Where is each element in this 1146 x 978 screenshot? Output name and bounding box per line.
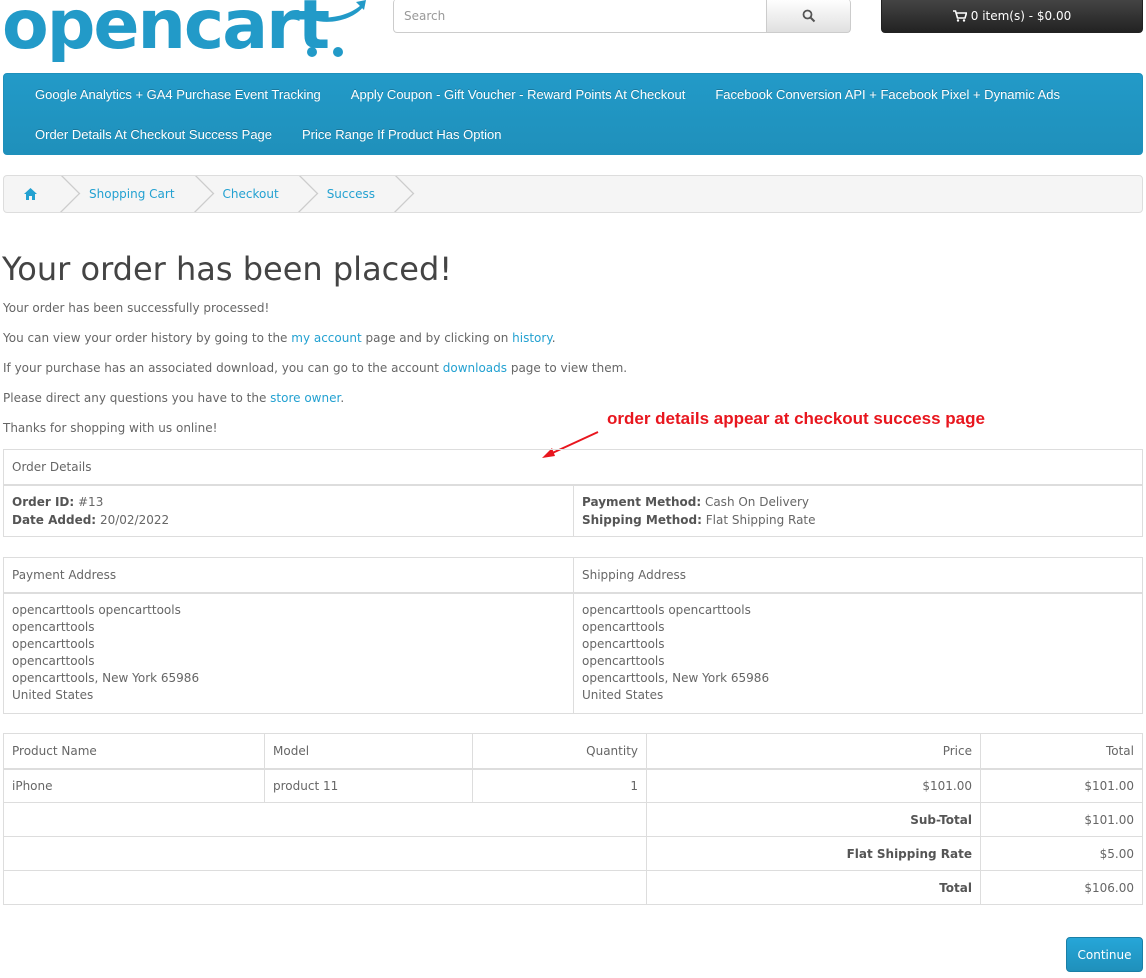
totals-row: Total $106.00: [3, 870, 1143, 905]
totals-row: Sub-Total $101.00: [3, 802, 1143, 837]
shipping-rate-value: $5.00: [980, 836, 1143, 871]
menu-item-facebook-conversion[interactable]: Facebook Conversion API + Facebook Pixel…: [700, 87, 1075, 102]
total-value: $106.00: [980, 870, 1143, 905]
subtotal-value: $101.00: [980, 802, 1143, 837]
breadcrumb-checkout[interactable]: Checkout: [195, 176, 299, 212]
address-line: opencarttools opencarttools: [12, 603, 181, 618]
logo-text: opencart: [2, 0, 330, 65]
text: You can view your order history by going…: [3, 331, 292, 345]
menu-item-apply-coupon[interactable]: Apply Coupon - Gift Voucher - Reward Poi…: [336, 87, 701, 102]
col-model: Model: [264, 733, 473, 770]
empty-cell: [3, 870, 647, 905]
thanks-text: Thanks for shopping with us online!: [3, 421, 218, 435]
payment-method: Cash On Delivery: [704, 494, 810, 509]
search-bar: Search: [393, 0, 851, 33]
continue-button[interactable]: Continue: [1066, 937, 1143, 972]
questions-text: Please direct any questions you have to …: [3, 391, 344, 405]
breadcrumb-home[interactable]: [4, 176, 61, 212]
home-icon: [24, 188, 37, 200]
annotation-text: order details appear at checkout success…: [607, 409, 985, 428]
my-account-link[interactable]: my account: [291, 331, 361, 345]
address-line: opencarttools, New York 65986: [582, 671, 770, 686]
text: page and by clicking on: [361, 331, 513, 345]
address-line: opencarttools: [12, 620, 95, 635]
logo-cart-icon: [300, 0, 366, 57]
menu-item-order-details[interactable]: Order Details At Checkout Success Page: [20, 127, 287, 142]
store-owner-link[interactable]: store owner: [270, 391, 340, 405]
search-placeholder: Search: [404, 8, 446, 23]
date-added: 20/02/2022: [99, 512, 170, 527]
breadcrumb: Shopping Cart Checkout Success: [3, 175, 1143, 213]
address-line: opencarttools: [582, 654, 665, 669]
total-label: Total: [646, 870, 981, 905]
text: .: [551, 331, 556, 345]
search-icon: [802, 9, 815, 22]
empty-cell: [3, 836, 647, 871]
search-button[interactable]: [766, 0, 851, 33]
order-history-text: You can view your order history by going…: [3, 331, 556, 345]
text: If your purchase has an associated downl…: [3, 361, 443, 375]
address-line: opencarttools: [12, 637, 95, 652]
product-price: $101.00: [646, 768, 981, 803]
product-total: $101.00: [980, 768, 1143, 803]
address-line: opencarttools opencarttools: [582, 603, 751, 618]
menu-item-google-analytics[interactable]: Google Analytics + GA4 Purchase Event Tr…: [20, 87, 336, 102]
text: page to view them.: [507, 361, 628, 375]
text: .: [340, 391, 345, 405]
col-quantity: Quantity: [472, 733, 647, 770]
address-table: Payment Address Shipping Address opencar…: [3, 557, 1143, 714]
breadcrumb-success[interactable]: Success: [299, 176, 395, 212]
subtotal-label: Sub-Total: [646, 802, 981, 837]
products-table: Product Name Model Quantity Price Total …: [3, 733, 1143, 905]
shipping-address-heading: Shipping Address: [573, 557, 1143, 594]
payment-address: opencarttools opencarttools opencarttool…: [3, 592, 574, 714]
order-id: #13: [78, 494, 104, 509]
main-menu: Google Analytics + GA4 Purchase Event Tr…: [3, 73, 1143, 155]
address-line: United States: [12, 688, 94, 703]
cart-button[interactable]: 0 item(s) - $0.00: [881, 0, 1143, 33]
breadcrumb-shopping-cart[interactable]: Shopping Cart: [61, 176, 195, 212]
shipping-method: Flat Shipping Rate: [705, 512, 816, 527]
address-line: opencarttools: [582, 620, 665, 635]
order-details-heading: Order Details: [3, 449, 1143, 486]
product-name: iPhone: [3, 768, 265, 803]
text: Please direct any questions you have to …: [3, 391, 271, 405]
empty-cell: [3, 802, 647, 837]
method-info-cell: Payment Method: Cash On Delivery Shippin…: [573, 484, 1143, 537]
shipping-method-label: Shipping Method:: [582, 512, 702, 527]
success-message: Your order has been successfully process…: [3, 301, 270, 315]
col-total: Total: [980, 733, 1143, 770]
shipping-address: opencarttools opencarttools opencarttool…: [573, 592, 1143, 714]
payment-method-label: Payment Method:: [582, 494, 702, 509]
shipping-rate-label: Flat Shipping Rate: [646, 836, 981, 871]
address-line: opencarttools, New York 65986: [12, 671, 200, 686]
menu-item-price-range[interactable]: Price Range If Product Has Option: [287, 127, 516, 142]
product-model: product 11: [264, 768, 473, 803]
search-input[interactable]: Search: [393, 0, 767, 33]
col-price: Price: [646, 733, 981, 770]
table-row: iPhone product 11 1 $101.00 $101.00: [3, 768, 1143, 803]
product-quantity: 1: [472, 768, 647, 803]
order-id-label: Order ID:: [12, 494, 75, 509]
col-product-name: Product Name: [3, 733, 265, 770]
address-line: opencarttools: [12, 654, 95, 669]
downloads-link[interactable]: downloads: [443, 361, 507, 375]
address-line: United States: [582, 688, 664, 703]
order-info-cell: Order ID: #13 Date Added: 20/02/2022: [3, 484, 574, 537]
cart-label: 0 item(s) - $0.00: [970, 9, 1072, 23]
page-title: Your order has been placed!: [2, 250, 453, 288]
totals-row: Flat Shipping Rate $5.00: [3, 836, 1143, 871]
order-details-table: Order Details Order ID: #13 Date Added: …: [3, 449, 1143, 537]
address-line: opencarttools: [582, 637, 665, 652]
logo[interactable]: opencart: [2, 0, 330, 66]
payment-address-heading: Payment Address: [3, 557, 574, 594]
shopping-cart-icon: [952, 10, 967, 22]
downloads-text: If your purchase has an associated downl…: [3, 361, 627, 375]
date-added-label: Date Added:: [12, 512, 97, 527]
history-link[interactable]: history: [512, 331, 552, 345]
